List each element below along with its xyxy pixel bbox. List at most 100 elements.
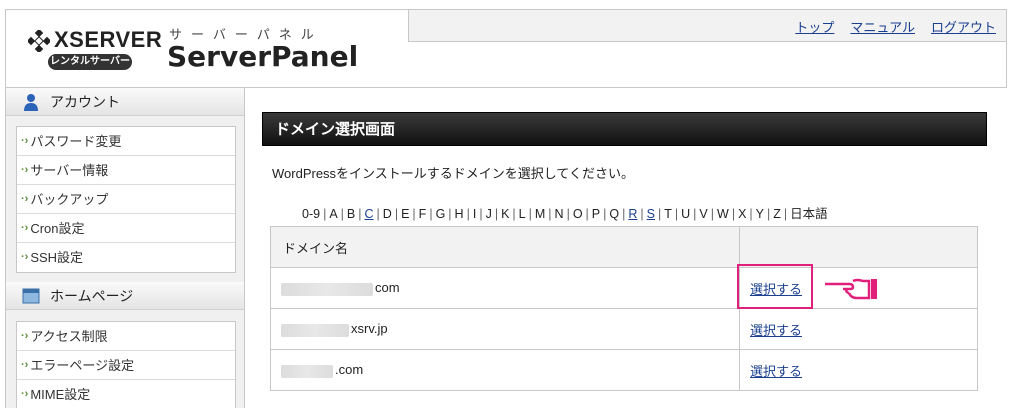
sidebar-section-account: アカウント <box>6 88 244 116</box>
sidebar-item-mime[interactable]: ·› MIME設定 <box>17 380 235 408</box>
table-header-row: ドメイン名 <box>270 226 978 268</box>
window-icon <box>22 288 40 304</box>
sidebar-section-title: ホームページ <box>50 288 134 304</box>
sidebar-section-title: アカウント <box>50 94 120 110</box>
sidebar-section-homepage: ホームページ <box>6 282 244 310</box>
alpha-index-item: P <box>591 207 601 221</box>
sidebar-item-label: MIME設定 <box>30 387 91 402</box>
alpha-separator: | <box>376 207 380 221</box>
domain-cell: xsrv.jp <box>270 308 740 350</box>
alpha-separator: | <box>429 207 433 221</box>
header: XSERVER レンタルサーバー サーバーパネル ServerPanel トップ… <box>5 9 1007 88</box>
sidebar-item-ssh[interactable]: ·› SSH設定 <box>17 243 235 272</box>
alpha-index-item: U <box>681 207 691 221</box>
select-domain-link[interactable]: 選択する <box>750 282 802 297</box>
sidebar: アカウント ·› パスワード変更 ·› サーバー情報 ·› バックアップ ·› Cron… <box>5 88 245 408</box>
alpha-separator: | <box>710 207 715 221</box>
alpha-index-item: D <box>382 207 392 221</box>
alpha-separator: | <box>674 207 679 221</box>
alpha-index-item: 0-9 <box>302 207 321 221</box>
bullet-icon: ·› <box>21 251 29 263</box>
sidebar-item-label: Cron設定 <box>30 220 85 236</box>
alpha-index-item[interactable]: R <box>628 207 637 221</box>
logo-area: XSERVER レンタルサーバー サーバーパネル ServerPanel <box>6 10 408 87</box>
top-bar: トップ マニュアル ログアウト <box>408 10 1006 42</box>
alpha-index-item: E <box>401 207 410 221</box>
domain-cell: com <box>270 267 740 309</box>
alpha-separator: | <box>494 207 499 221</box>
alpha-separator: | <box>640 207 644 221</box>
bullet-icon: ·› <box>21 221 29 234</box>
alpha-separator: | <box>340 207 344 221</box>
sidebar-item-label: SSH設定 <box>30 250 84 265</box>
action-cell: 選択する <box>739 308 978 350</box>
alpha-separator: | <box>585 207 589 221</box>
nav-logout-link[interactable]: ログアウト <box>931 17 996 36</box>
sidebar-item-cron[interactable]: ·› Cron設定 <box>17 214 235 243</box>
alpha-separator: | <box>783 207 788 221</box>
alpha-index: 0-9 | A | B | C | D | E | F | G | H | I | J | K | L | M | N | O | P | Q | R |… <box>302 203 828 222</box>
sidebar-item-server-info[interactable]: ·› サーバー情報 <box>17 156 235 185</box>
alpha-separator: | <box>693 207 697 221</box>
alpha-index-item: J <box>485 207 492 221</box>
brand-word: XSERVER <box>54 27 163 52</box>
alpha-index-item: F <box>418 207 427 221</box>
sidebar-item-access-restriction[interactable]: ·› アクセス制限 <box>17 322 235 351</box>
alpha-separator: | <box>358 207 362 221</box>
bullet-icon: ·› <box>21 192 29 205</box>
alpha-index-item: W <box>717 207 729 221</box>
alpha-index-item: G <box>435 207 446 221</box>
alpha-index-item: B <box>346 207 356 221</box>
alpha-index-item: Y <box>755 207 765 221</box>
column-header-action <box>739 226 978 268</box>
alpha-index-item[interactable]: C <box>365 207 374 221</box>
xserver-logo[interactable]: XSERVER レンタルサーバー <box>28 27 162 79</box>
alpha-separator: | <box>749 207 753 221</box>
alpha-index-item: A <box>329 207 338 221</box>
domain-cell: .com <box>270 349 740 391</box>
alpha-index-item: K <box>501 207 510 221</box>
alpha-index-item: L <box>518 207 526 221</box>
alpha-separator: | <box>466 207 470 221</box>
alpha-index-item: O <box>572 207 583 221</box>
alpha-separator: | <box>448 207 452 221</box>
alpha-separator: | <box>394 207 399 221</box>
nav-manual-link[interactable]: マニュアル <box>850 17 915 36</box>
person-icon <box>24 94 38 111</box>
sidebar-item-error-page[interactable]: ·› エラーページ設定 <box>17 351 235 380</box>
sidebar-item-backup[interactable]: ·› バックアップ <box>17 185 235 214</box>
alpha-separator: | <box>323 207 327 221</box>
redacted-domain <box>281 323 349 337</box>
alpha-separator: | <box>548 207 552 221</box>
column-header-domain: ドメイン名 <box>270 226 740 268</box>
bullet-icon: ·› <box>21 388 29 400</box>
sidebar-homepage-list: ·› アクセス制限 ·› エラーページ設定 ·› MIME設定 <box>16 321 236 408</box>
select-domain-link[interactable]: 選択する <box>750 323 802 338</box>
alpha-separator: | <box>603 207 607 221</box>
alpha-separator: | <box>767 207 771 221</box>
alpha-index-item[interactable]: S <box>647 207 655 221</box>
main-content: ドメイン選択画面 WordPressをインストールするドメインを選択してください… <box>246 88 1007 408</box>
alpha-separator: | <box>528 207 532 221</box>
alpha-separator: | <box>731 207 736 221</box>
redacted-domain <box>281 364 333 378</box>
domain-suffix: com <box>375 280 400 296</box>
alpha-index-item: V <box>699 207 708 221</box>
alpha-index-item: I <box>472 207 477 221</box>
alpha-index-item: Q <box>609 207 620 221</box>
alpha-index-item: H <box>454 207 464 221</box>
nav-top-link[interactable]: トップ <box>795 17 834 36</box>
select-domain-link[interactable]: 選択する <box>750 364 802 379</box>
alpha-index-item: Z <box>773 207 781 221</box>
table-row: xsrv.jp 選択する <box>270 308 978 350</box>
alpha-index-item: T <box>664 207 672 221</box>
domain-table: ドメイン名 com 選択する xsrv.jp 選択する .com 選択する <box>270 226 978 391</box>
sidebar-item-label: アクセス制限 <box>30 328 108 344</box>
panel-title: ServerPanel <box>167 40 359 73</box>
sidebar-item-label: サーバー情報 <box>30 162 109 178</box>
brand-badge: レンタルサーバー <box>48 54 132 70</box>
bullet-icon: ·› <box>21 329 29 342</box>
sidebar-item-password[interactable]: ·› パスワード変更 <box>17 127 235 156</box>
bullet-icon: ·› <box>21 358 29 371</box>
pointing-hand-icon <box>825 278 877 300</box>
